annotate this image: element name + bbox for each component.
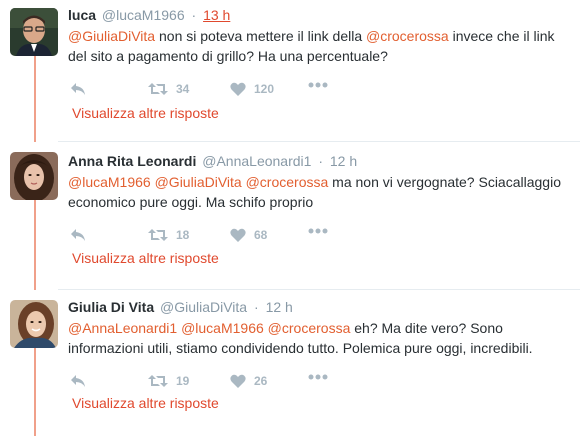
retweet-count: 18 [176,228,190,242]
mention-link[interactable]: @crocerossa [268,320,351,336]
separator-dot: · [254,299,259,315]
heart-icon [230,82,246,96]
fullname[interactable]: Giulia Di Vita [68,299,154,315]
timestamp-link[interactable]: 13 h [203,7,230,23]
reply-button[interactable] [70,374,86,388]
tweet-header: Anna Rita Leonardi @AnnaLeonardi1 · 12 h [68,152,570,170]
tweet-header: Giulia Di Vita @GiuliaDiVita · 12 h [68,298,570,316]
like-button[interactable]: 68 [230,228,267,242]
username[interactable]: @lucaM1966 [102,7,185,23]
avatar[interactable] [10,152,58,200]
retweet-button[interactable]: 34 [148,82,189,96]
tweet-text: @lucaM1966 @GiuliaDiVita @crocerossa ma … [68,172,570,212]
tweet[interactable]: luca @lucaM1966 · 13 h @GiuliaDiVita non… [0,0,580,142]
mention-link[interactable]: @crocerossa [366,28,449,44]
tweet[interactable]: Giulia Di Vita @GiuliaDiVita · 12 h @Ann… [0,290,580,436]
reply-icon [70,374,86,388]
more-icon [308,374,328,380]
like-button[interactable]: 120 [230,82,274,96]
retweet-count: 19 [176,374,190,388]
fullname[interactable]: luca [68,7,96,23]
tweet-actions: 34 120 [68,82,570,102]
mention-link[interactable]: @lucaM1966 [181,320,264,336]
thread-line [34,200,36,290]
tweet[interactable]: Anna Rita Leonardi @AnnaLeonardi1 · 12 h… [0,142,580,290]
more-icon [308,82,328,88]
thread-line [34,52,36,142]
reply-button[interactable] [70,82,86,96]
reply-icon [70,82,86,96]
retweet-button[interactable]: 19 [148,374,189,388]
tweet-text: @AnnaLeonardi1 @lucaM1966 @crocerossa eh… [68,318,570,358]
timestamp-link[interactable]: 12 h [330,153,357,169]
like-count: 120 [254,82,275,96]
more-button[interactable] [308,228,328,234]
like-count: 68 [254,228,268,242]
username[interactable]: @AnnaLeonardi1 [202,153,311,169]
reply-icon [70,228,86,242]
avatar[interactable] [10,8,58,56]
tweet-actions: 19 26 [68,374,570,394]
more-replies-link[interactable]: Visualizza altre risposte [72,395,219,411]
heart-icon [230,228,246,242]
retweet-count: 34 [176,82,190,96]
thread-line [34,348,36,436]
heart-icon [230,374,246,388]
mention-link[interactable]: @GiuliaDiVita [155,174,242,190]
retweet-icon [148,228,168,242]
mention-link[interactable]: @crocerossa [246,174,329,190]
tweet-text-segment: non si poteva mettere il link della [155,28,366,44]
avatar[interactable] [10,300,58,348]
mention-link[interactable]: @AnnaLeonardi1 [68,320,177,336]
more-replies-link[interactable]: Visualizza altre risposte [72,105,219,121]
mention-link[interactable]: @GiuliaDiVita [68,28,155,44]
tweet-actions: 18 68 [68,228,570,248]
like-button[interactable]: 26 [230,374,267,388]
reply-button[interactable] [70,228,86,242]
more-button[interactable] [308,374,328,380]
more-button[interactable] [308,82,328,88]
retweet-button[interactable]: 18 [148,228,189,242]
mention-link[interactable]: @lucaM1966 [68,174,151,190]
fullname[interactable]: Anna Rita Leonardi [68,153,196,169]
like-count: 26 [254,374,268,388]
retweet-icon [148,374,168,388]
tweet-header: luca @lucaM1966 · 13 h [68,6,570,24]
separator-dot: · [318,153,323,169]
username[interactable]: @GiuliaDiVita [160,299,247,315]
retweet-icon [148,82,168,96]
tweet-text: @GiuliaDiVita non si poteva mettere il l… [68,26,570,66]
more-icon [308,228,328,234]
more-replies-link[interactable]: Visualizza altre risposte [72,250,219,266]
timestamp-link[interactable]: 12 h [266,299,293,315]
separator-dot: · [191,7,197,23]
